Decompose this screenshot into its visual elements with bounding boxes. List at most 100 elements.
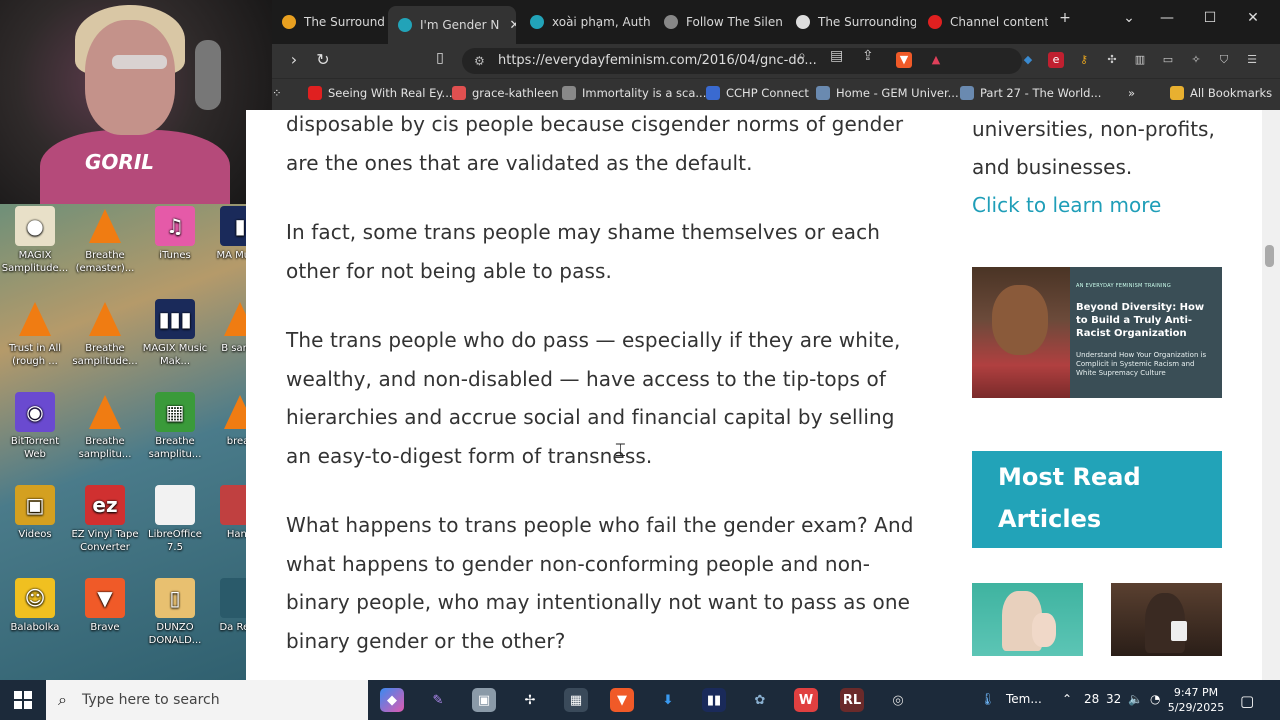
pinwheel-icon[interactable]: ✢: [518, 688, 542, 712]
leo-ai-icon[interactable]: ✧: [1188, 52, 1204, 68]
tray-value-a[interactable]: 28: [1084, 692, 1099, 706]
extension-diamond-icon[interactable]: ◆: [1020, 52, 1036, 68]
most-read-thumbnail[interactable]: [972, 583, 1083, 656]
tab-3[interactable]: xoài phạm, Autho: [520, 6, 650, 38]
bookmark-label: Home - GEM Univer...: [836, 86, 959, 100]
bookmark-3[interactable]: Immortality is a sca...: [562, 86, 706, 100]
reader-icon[interactable]: ▤: [830, 48, 843, 64]
desktop-icon-label: LibreOffice 7.5: [148, 529, 202, 553]
bookmark-2[interactable]: grace-kathleen: [452, 86, 559, 100]
vpn-shield-icon[interactable]: ⛉: [1216, 52, 1232, 68]
desktop-icon[interactable]: ♫ iTunes: [140, 206, 210, 262]
bookmark-label: CCHP Connect: [726, 86, 809, 100]
bookmarks-grid-icon[interactable]: ⁘: [272, 86, 282, 100]
weather-text[interactable]: Tem...: [1006, 692, 1042, 706]
article-paragraph: What happens to trans people who fail th…: [286, 513, 914, 653]
zoom-icon[interactable]: ⌕: [798, 48, 806, 64]
brave-shields-icon[interactable]: ▼: [896, 52, 912, 68]
calculator-icon[interactable]: ▦: [564, 688, 588, 712]
close-tab-icon[interactable]: ✕: [509, 18, 516, 33]
download-icon[interactable]: ⬇: [656, 688, 680, 712]
bookmark-5[interactable]: Home - GEM Univer...: [816, 86, 959, 100]
magix-music-icon[interactable]: ▮▮: [702, 688, 726, 712]
app-icon: ◉: [15, 392, 55, 432]
article-body: disposable by cis people because cisgend…: [286, 110, 926, 680]
desktop-icon[interactable]: Trust in All (rough ...: [0, 299, 70, 368]
wallet-icon[interactable]: ▭: [1160, 52, 1176, 68]
desktop-icon[interactable]: ▮▮▮ MAGIX Music Mak...: [140, 299, 210, 368]
pen-app-icon[interactable]: ✎: [426, 688, 450, 712]
forward-icon[interactable]: ›: [282, 50, 306, 69]
copilot-icon[interactable]: ◆: [380, 688, 404, 712]
obs-icon[interactable]: ◎: [886, 688, 910, 712]
menu-icon[interactable]: ☰: [1244, 52, 1260, 68]
learn-more-link[interactable]: Click to learn more: [972, 186, 1224, 224]
wps-icon[interactable]: W: [794, 688, 818, 712]
reload-icon[interactable]: ↻: [311, 50, 335, 69]
tab-5[interactable]: The Surrounding: [786, 6, 916, 38]
tray-value-b[interactable]: 32: [1106, 692, 1121, 706]
tab-1[interactable]: The Surrounding: [272, 6, 384, 38]
tab-2-active[interactable]: I'm Gender N ✕: [388, 6, 516, 44]
tab-4[interactable]: Follow The Silenc: [654, 6, 782, 38]
desktop-icon[interactable]: ▯ DUNZO DONALD...: [140, 578, 210, 647]
volume-icon[interactable]: 🔈: [1128, 692, 1143, 706]
desktop-icon-label: Breathe samplitude...: [72, 343, 138, 367]
bookmark-icon[interactable]: ▯: [428, 50, 452, 66]
page-scrollbar[interactable]: [1262, 110, 1280, 680]
close-window-icon[interactable]: ✕: [1238, 10, 1268, 26]
brave-taskbar-icon[interactable]: ▼: [610, 688, 634, 712]
training-promo-banner[interactable]: AN EVERYDAY FEMINISM TRAINING Beyond Div…: [972, 267, 1222, 398]
desktop-icon[interactable]: Breathe (emaster)...: [70, 206, 140, 275]
bookmark-label: grace-kathleen: [472, 86, 559, 100]
share-icon[interactable]: ⇪: [862, 48, 874, 64]
desktop-icon[interactable]: LibreOffice 7.5: [140, 485, 210, 554]
taskbar: ⌕ Type here to search ◆ ✎ ▣ ✢ ▦ ▼ ⬇ ▮▮ ✿…: [0, 680, 1280, 720]
clock[interactable]: 9:47 PM 5/29/2025: [1166, 685, 1226, 715]
app-window-icon[interactable]: ▣: [472, 688, 496, 712]
bookmark-1[interactable]: Seeing With Real Ey...: [308, 86, 453, 100]
bookmark-6[interactable]: Part 27 - The World...: [960, 86, 1101, 100]
desktop-icon-label: Breathe samplitu...: [78, 436, 132, 460]
more-bookmarks-chevron-icon[interactable]: »: [1128, 86, 1135, 100]
bookmark-4[interactable]: CCHP Connect: [706, 86, 809, 100]
network-icon[interactable]: ◔: [1150, 692, 1160, 706]
brave-rewards-icon[interactable]: ▲: [928, 52, 944, 68]
app-icon: ●: [15, 206, 55, 246]
desktop-icon[interactable]: ☺ Balabolka: [0, 578, 70, 634]
tab-6[interactable]: Channel content: [918, 6, 1048, 38]
scrollbar-thumb[interactable]: [1265, 245, 1274, 267]
minimize-icon[interactable]: —: [1152, 10, 1182, 26]
desktop-icon-label: MAGIX Music Mak...: [142, 343, 208, 367]
site-settings-icon[interactable]: ⚙: [474, 48, 485, 74]
new-tab-button[interactable]: +: [1050, 10, 1080, 26]
rl-app-icon[interactable]: RL: [840, 688, 864, 712]
desktop-icon[interactable]: ● MAGIX Samplitude...: [0, 206, 70, 275]
start-button[interactable]: [0, 680, 46, 720]
all-bookmarks[interactable]: All Bookmarks: [1170, 86, 1272, 100]
app-icon: ♫: [155, 206, 195, 246]
desktop-icon-label: EZ Vinyl Tape Converter: [71, 529, 139, 553]
desktop-icon[interactable]: ez EZ Vinyl Tape Converter: [70, 485, 140, 554]
maximize-icon[interactable]: ☐: [1195, 10, 1225, 26]
extensions-puzzle-icon[interactable]: ✣: [1104, 52, 1120, 68]
desktop-icon[interactable]: ◉ BitTorrent Web: [0, 392, 70, 461]
sidebar-toggle-icon[interactable]: ▥: [1132, 52, 1148, 68]
tab-favicon: [928, 15, 942, 29]
notifications-icon[interactable]: ▢: [1240, 692, 1254, 710]
paint-icon[interactable]: ✿: [748, 688, 772, 712]
extension-e-icon[interactable]: e: [1048, 52, 1064, 68]
desktop-icon[interactable]: Breathe samplitu...: [70, 392, 140, 461]
tray-chevron-icon[interactable]: ⌃: [1062, 692, 1072, 706]
most-read-thumbnail[interactable]: [1111, 583, 1222, 656]
desktop-icon[interactable]: ▦ Breathe samplitu...: [140, 392, 210, 461]
desktop-icon[interactable]: ▼ Brave: [70, 578, 140, 634]
tab-search-chevron-icon[interactable]: ⌄: [1114, 10, 1144, 26]
taskbar-search[interactable]: ⌕ Type here to search: [46, 680, 368, 720]
desktop-icon[interactable]: ▣ Videos: [0, 485, 70, 541]
extension-key-icon[interactable]: ⚷: [1076, 52, 1092, 68]
sidebar-text: universities, non-profits, and businesse…: [972, 117, 1215, 179]
bookmark-label: Immortality is a sca...: [582, 86, 707, 100]
desktop-icon[interactable]: Breathe samplitude...: [70, 299, 140, 368]
desktop-icon-label: Trust in All (rough ...: [8, 343, 62, 367]
